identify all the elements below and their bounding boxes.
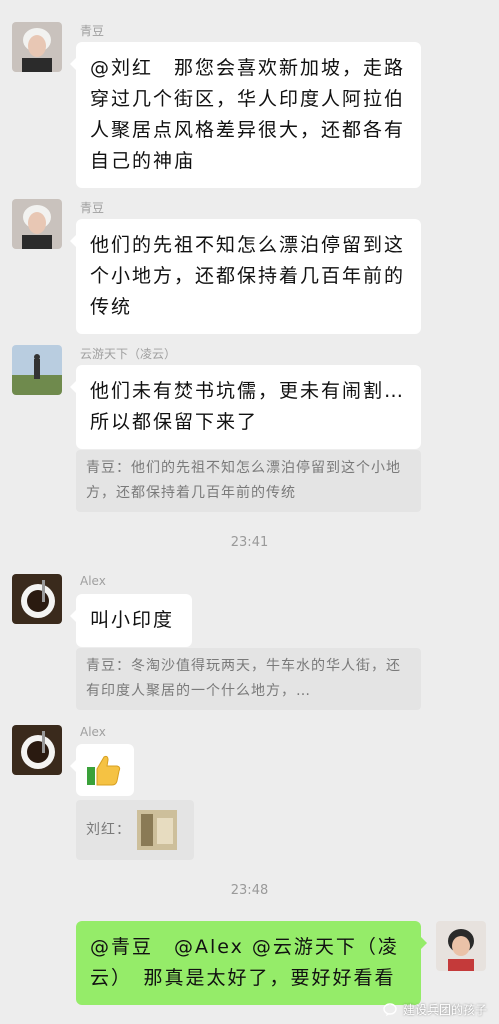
quote-sender: 刘红： [86, 821, 131, 838]
avatar-yunyou[interactable] [12, 345, 62, 395]
emoji-bubble[interactable] [70, 744, 134, 796]
sender-name: Alex [80, 574, 106, 588]
watermark-text: 建设兵团的孩子 [402, 1003, 487, 1017]
message-bubble[interactable]: 叫小印度 [70, 594, 192, 647]
avatar-alex[interactable] [12, 725, 62, 775]
message-bubble[interactable]: 他们未有焚书坑儒，更未有闹割…所以都保留下来了 [70, 365, 421, 449]
message-bubble[interactable]: 他们的先祖不知怎么漂泊停留到这个小地方，还都保持着几百年前的传统 [70, 219, 421, 334]
self-message-bubble[interactable]: @青豆 @Alex @云游天下（凌云） 那真是太好了，要好好看看 [76, 921, 427, 1005]
avatar-qingdou[interactable] [12, 199, 62, 249]
wechat-official-icon [383, 1002, 397, 1016]
timestamp: 23:48 [230, 883, 269, 898]
watermark: 建设兵团的孩子 [383, 1001, 487, 1018]
message-bubble[interactable]: @刘红 那您会喜欢新加坡，走路穿过几个街区，华人印度人阿拉伯人聚居点风格差异很大… [70, 42, 421, 188]
timestamp: 23:41 [230, 535, 269, 550]
quoted-message[interactable]: 青豆：冬淘沙值得玩两天，牛车水的华人街，还有印度人聚居的一个什么地方，… [76, 648, 421, 710]
quoted-message[interactable]: 刘红： [76, 800, 194, 860]
sender-name: 云游天下（凌云） [80, 347, 177, 361]
quoted-message[interactable]: 青豆：他们的先祖不知怎么漂泊停留到这个小地方，还都保持着几百年前的传统 [76, 450, 421, 512]
sender-name: 青豆 [80, 201, 105, 215]
photo-thumbnail-icon [137, 810, 177, 850]
avatar-qingdou[interactable] [12, 22, 62, 72]
sender-name: 青豆 [80, 24, 105, 38]
avatar-alex[interactable] [12, 574, 62, 624]
thumbs-up-icon [87, 755, 121, 786]
sender-name: Alex [80, 725, 106, 739]
avatar-self[interactable] [436, 921, 486, 971]
